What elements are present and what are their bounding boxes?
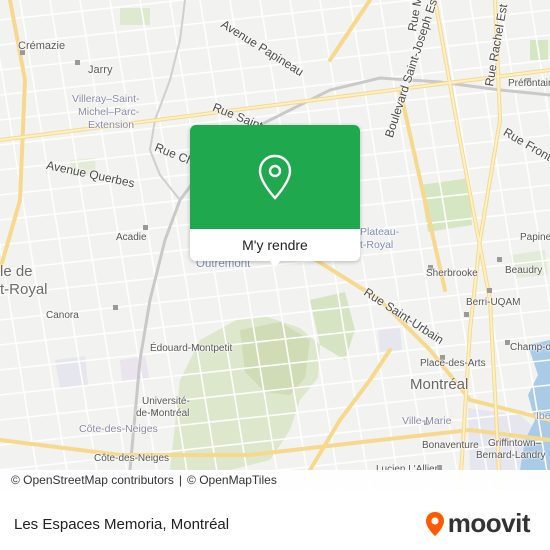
label-villeray-1: Villeray–Saint- bbox=[72, 93, 140, 105]
moovit-logo[interactable]: moovit bbox=[425, 508, 531, 539]
footer-bar: Les Espaces Memoria, Montréal moovit bbox=[0, 490, 550, 550]
label-plateau-2: t-Royal bbox=[360, 239, 394, 251]
label-villeray-3: Extension bbox=[88, 119, 135, 131]
label-place-des-arts: Place-des-Arts bbox=[420, 358, 486, 369]
label-montreal: Montréal bbox=[410, 376, 469, 393]
label-universite-2: de-Montréal bbox=[136, 408, 190, 419]
label-papineau: Papine bbox=[520, 232, 550, 243]
map-view[interactable]: Crémazie Jarry Villeray–Saint- Michel–Pa… bbox=[0, 0, 550, 490]
moovit-pin-icon bbox=[425, 511, 444, 536]
label-champ-de-mars: Champ-de-Mars bbox=[510, 342, 550, 353]
label-griffintown-2: Bernard-Landry bbox=[476, 450, 546, 461]
popup-header bbox=[190, 125, 360, 229]
label-ville-marie: Ville-Marie bbox=[402, 415, 452, 427]
label-acadie: Acadie bbox=[116, 232, 147, 243]
label-edouard-montpetit: Édouard-Montpetit bbox=[150, 343, 233, 354]
omt-attribution-link[interactable]: © OpenMapTiles bbox=[187, 473, 277, 487]
label-sherbrooke: Sherbrooke bbox=[426, 268, 478, 279]
label-canora: Canora bbox=[46, 310, 79, 321]
label-prefontaine: Préfontaine bbox=[508, 78, 550, 89]
location-pin-icon bbox=[258, 154, 292, 200]
label-cote-des-neiges: Côte-des-Neiges bbox=[94, 453, 170, 464]
label-universite-1: Université- bbox=[142, 396, 190, 407]
label-villeray-2: Michel–Parc- bbox=[78, 106, 140, 118]
map-attribution: © OpenStreetMap contributors | © OpenMap… bbox=[0, 470, 550, 490]
label-ibe: Ibe bbox=[536, 410, 550, 422]
label-griffintown-1: Griffintown– bbox=[488, 438, 542, 449]
label-plateau-1: Plateau- bbox=[360, 226, 400, 238]
label-bonaventure: Bonaventure bbox=[422, 440, 479, 451]
label-mont-royal-2: t-Royal bbox=[0, 281, 48, 298]
place-title: Les Espaces Memoria, Montréal bbox=[14, 516, 230, 533]
label-cremazie: Crémazie bbox=[18, 40, 66, 52]
label-cote-des-neiges-area: Côte-des-Neiges bbox=[79, 423, 158, 435]
metro-acadie bbox=[143, 225, 148, 230]
directions-button[interactable]: M'y rendre bbox=[190, 229, 360, 261]
destination-popup: M'y rendre bbox=[190, 125, 360, 267]
attribution-separator: | bbox=[178, 473, 183, 487]
label-jarry: Jarry bbox=[88, 64, 113, 76]
label-mont-royal-1: le de bbox=[0, 263, 33, 280]
osm-attribution-link[interactable]: © OpenStreetMap contributors bbox=[11, 473, 174, 487]
popup-pointer bbox=[268, 259, 282, 267]
label-beaudry: Beaudry bbox=[505, 265, 543, 276]
label-berri-uqam: Berri-UQAM bbox=[466, 297, 521, 308]
moovit-wordmark: moovit bbox=[447, 508, 531, 538]
